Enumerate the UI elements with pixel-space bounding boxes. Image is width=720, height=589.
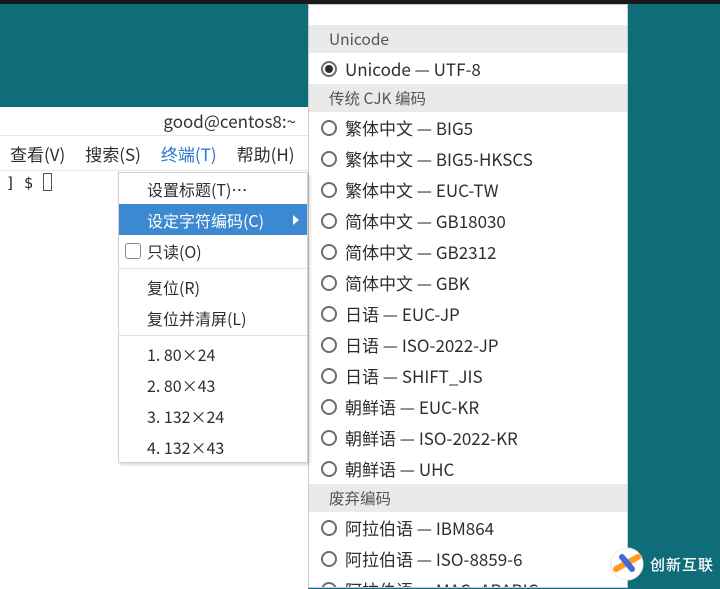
- encoding-label: 繁体中文 — EUC-TW: [345, 177, 499, 202]
- radio-icon: [321, 582, 337, 589]
- menu-terminal[interactable]: 终端(T): [151, 135, 227, 172]
- desktop-background-right: [628, 4, 720, 589]
- watermark-text: 创新互联: [650, 554, 714, 575]
- encoding-option-uhc[interactable]: 朝鲜语 — UHC: [309, 453, 627, 484]
- section-unicode: Unicode: [309, 25, 627, 53]
- menu-separator: [119, 335, 307, 336]
- radio-icon: [321, 182, 337, 198]
- menu-readonly[interactable]: 只读(O): [119, 235, 307, 266]
- encoding-option-big5[interactable]: 繁体中文 — BIG5: [309, 112, 627, 143]
- menu-separator: [119, 268, 307, 269]
- radio-icon: [321, 61, 337, 77]
- encoding-option-iso88596[interactable]: 阿拉伯语 — ISO-8859-6: [309, 543, 627, 574]
- menu-bar: 查看(V) 搜索(S) 终端(T) 帮助(H): [0, 135, 308, 171]
- encoding-panel: Unicode Unicode — UTF-8 传统 CJK 编码 繁体中文 —…: [308, 4, 628, 588]
- text-cursor: [43, 173, 52, 191]
- encoding-option-utf8[interactable]: Unicode — UTF-8: [309, 53, 627, 84]
- menu-size-132x43[interactable]: 4. 132×43: [119, 431, 307, 462]
- watermark-logo-icon: [610, 547, 644, 581]
- menu-set-title[interactable]: 设置标题(T)…: [119, 173, 307, 204]
- menu-set-encoding-label: 设定字符编码(C): [147, 208, 264, 232]
- encoding-option-gb2312[interactable]: 简体中文 — GB2312: [309, 236, 627, 267]
- submenu-arrow-icon: [293, 215, 299, 225]
- radio-icon: [321, 430, 337, 446]
- encoding-label: 朝鲜语 — ISO-2022-KR: [345, 425, 518, 450]
- encoding-label: 朝鲜语 — EUC-KR: [345, 394, 479, 419]
- encoding-label: 简体中文 — GB18030: [345, 208, 506, 233]
- menu-size-80x24[interactable]: 1. 80×24: [119, 338, 307, 369]
- encoding-option-macarabic[interactable]: 阿拉伯语 — MAC_ARABIC: [309, 574, 627, 588]
- menu-readonly-label: 只读(O): [147, 239, 202, 263]
- window-title: good@centos8:~: [0, 107, 308, 135]
- section-obsolete: 废弃编码: [309, 484, 627, 512]
- encoding-label: 日语 — SHIFT_JIS: [345, 363, 483, 388]
- radio-icon: [321, 306, 337, 322]
- menu-size-132x24[interactable]: 3. 132×24: [119, 400, 307, 431]
- encoding-option-iso2022kr[interactable]: 朝鲜语 — ISO-2022-KR: [309, 422, 627, 453]
- encoding-label: 日语 — EUC-JP: [345, 301, 460, 326]
- menu-view[interactable]: 查看(V): [0, 135, 75, 172]
- encoding-label: 阿拉伯语 — IBM864: [345, 515, 494, 540]
- radio-icon: [321, 551, 337, 567]
- terminal-submenu: 设置标题(T)… 设定字符编码(C) 只读(O) 复位(R) 复位并清屏(L) …: [118, 172, 308, 463]
- menu-help[interactable]: 帮助(H): [227, 135, 305, 172]
- encoding-label: 简体中文 — GB2312: [345, 239, 496, 264]
- radio-icon: [321, 151, 337, 167]
- radio-icon: [321, 520, 337, 536]
- radio-icon: [321, 461, 337, 477]
- radio-icon: [321, 244, 337, 260]
- radio-icon: [321, 120, 337, 136]
- section-cjk: 传统 CJK 编码: [309, 84, 627, 112]
- radio-icon: [321, 368, 337, 384]
- menu-size-80x43[interactable]: 2. 80×43: [119, 369, 307, 400]
- encoding-label: 繁体中文 — BIG5-HKSCS: [345, 146, 533, 171]
- encoding-label: 朝鲜语 — UHC: [345, 456, 454, 481]
- radio-icon: [321, 213, 337, 229]
- encoding-option-gbk[interactable]: 简体中文 — GBK: [309, 267, 627, 298]
- encoding-label: Unicode — UTF-8: [345, 56, 481, 81]
- watermark: 创新互联: [610, 547, 714, 581]
- radio-icon: [321, 399, 337, 415]
- encoding-option-euckr[interactable]: 朝鲜语 — EUC-KR: [309, 391, 627, 422]
- readonly-checkbox[interactable]: [125, 243, 141, 259]
- encoding-option-ibm864[interactable]: 阿拉伯语 — IBM864: [309, 512, 627, 543]
- menu-reset[interactable]: 复位(R): [119, 271, 307, 302]
- menu-set-encoding[interactable]: 设定字符编码(C): [119, 204, 307, 235]
- encoding-label: 阿拉伯语 — MAC_ARABIC: [345, 577, 539, 588]
- encoding-option-shiftjis[interactable]: 日语 — SHIFT_JIS: [309, 360, 627, 391]
- menu-search[interactable]: 搜索(S): [75, 135, 151, 172]
- encoding-option-iso2022jp[interactable]: 日语 — ISO-2022-JP: [309, 329, 627, 360]
- encoding-label: 简体中文 — GBK: [345, 270, 470, 295]
- radio-icon: [321, 275, 337, 291]
- encoding-option-big5hkscs[interactable]: 繁体中文 — BIG5-HKSCS: [309, 143, 627, 174]
- encoding-label: 日语 — ISO-2022-JP: [345, 332, 499, 357]
- encoding-option-eucjp[interactable]: 日语 — EUC-JP: [309, 298, 627, 329]
- prompt-text: ] $: [6, 174, 42, 192]
- radio-icon: [321, 337, 337, 353]
- encoding-label: 阿拉伯语 — ISO-8859-6: [345, 546, 523, 571]
- encoding-label: 繁体中文 — BIG5: [345, 115, 473, 140]
- menu-reset-clear[interactable]: 复位并清屏(L): [119, 302, 307, 333]
- encoding-option-gb18030[interactable]: 简体中文 — GB18030: [309, 205, 627, 236]
- encoding-option-euctw[interactable]: 繁体中文 — EUC-TW: [309, 174, 627, 205]
